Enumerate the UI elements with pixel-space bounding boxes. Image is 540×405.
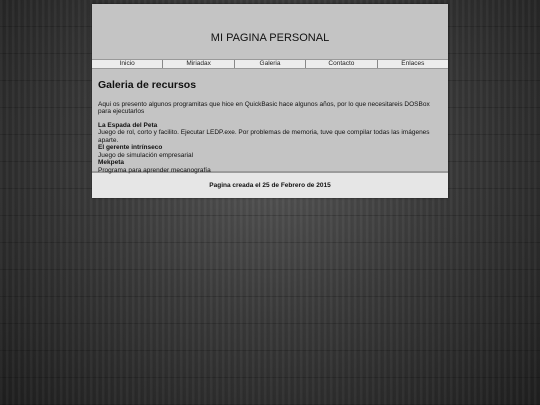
nav-item-enlaces[interactable]: Enlaces bbox=[378, 60, 448, 68]
footer-text: Pagina creada el 25 de Febrero de 2015 bbox=[209, 182, 331, 189]
resource-title[interactable]: Mekpeta bbox=[98, 159, 442, 167]
page-container: MI PAGINA PERSONAL Inicio Miriadax Galer… bbox=[92, 4, 448, 198]
intro-text: Aqui os presento algunos programitas que… bbox=[98, 100, 430, 116]
site-title: MI PAGINA PERSONAL bbox=[210, 31, 330, 44]
resource-description: Juego de simulación empresarial bbox=[98, 151, 194, 159]
nav-item-miriadax[interactable]: Miriadax bbox=[163, 60, 235, 68]
nav-item-inicio[interactable]: Inicio bbox=[92, 60, 164, 68]
resource-title[interactable]: El gerente intrínseco bbox=[98, 144, 442, 152]
nav-item-galeria[interactable]: Galeria bbox=[235, 60, 307, 68]
resource-description: Juego de rol, corto y facilito. Ejecutar… bbox=[98, 129, 430, 144]
nav-bar: Inicio Miriadax Galeria Contacto Enlaces bbox=[92, 59, 448, 69]
main-content: Galeria de recursos Aqui os presento alg… bbox=[92, 69, 448, 173]
site-footer: Pagina creada el 25 de Febrero de 2015 bbox=[92, 173, 448, 198]
resource-item: La Espada del Peta Juego de rol, corto y… bbox=[98, 122, 442, 145]
resource-title[interactable]: La Espada del Peta bbox=[98, 122, 442, 130]
page-heading: Galeria de recursos bbox=[98, 79, 197, 91]
nav-item-contacto[interactable]: Contacto bbox=[306, 60, 378, 68]
resource-item: El gerente intrínseco Juego de simulació… bbox=[98, 144, 442, 159]
site-header: MI PAGINA PERSONAL bbox=[92, 4, 448, 59]
